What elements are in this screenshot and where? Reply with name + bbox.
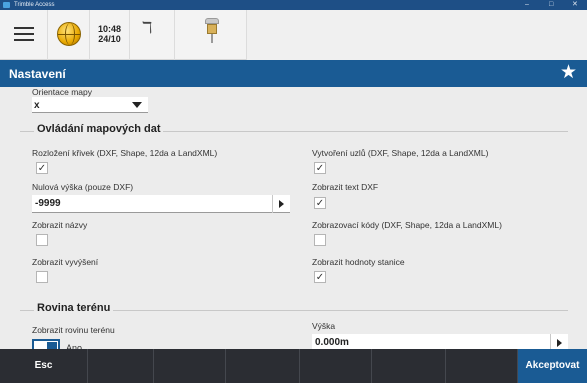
status-bar-empty-area <box>247 10 587 60</box>
page-header: Nastavení ★ <box>0 60 587 87</box>
terrain-group-title: Rovina terénu <box>34 302 114 314</box>
window-title: Trimble Access <box>14 2 55 8</box>
show-station-values-checkbox[interactable]: ✓ <box>314 271 326 283</box>
height-input[interactable]: 0.000m <box>312 334 568 349</box>
date-text: 24/10 <box>98 34 121 44</box>
map-orientation-dropdown[interactable]: x <box>32 97 148 113</box>
curve-layout-label: Rozložení křivek (DXF, Shape, 12da a Lan… <box>32 148 218 158</box>
show-terrain-plane-toggle[interactable] <box>32 339 60 349</box>
map-data-group-title: Ovládání mapových dat <box>34 123 164 135</box>
cable-connection-icon: ℸ <box>142 20 153 37</box>
favorite-star-icon[interactable]: ★ <box>560 62 577 84</box>
bottom-softkey-bar: Esc Akceptovat <box>0 349 587 383</box>
softkey-7[interactable] <box>446 349 518 383</box>
minimize-button[interactable]: – <box>525 0 529 10</box>
show-dxf-text-label: Zobrazit text DXF <box>312 182 379 192</box>
softkey-6[interactable] <box>372 349 446 383</box>
curve-layout-checkbox[interactable]: ✓ <box>36 162 48 174</box>
page-title: Nastavení <box>9 67 66 81</box>
create-nodes-checkbox[interactable]: ✓ <box>314 162 326 174</box>
receiver-status-button[interactable] <box>175 10 247 60</box>
softkey-3[interactable] <box>154 349 226 383</box>
zero-height-input[interactable]: -9999 <box>32 195 290 213</box>
app-icon <box>3 2 10 8</box>
hamburger-line <box>14 33 34 35</box>
window-title-bar: Trimble Access – □ ✕ <box>0 0 587 10</box>
zero-height-label: Nulová výška (pouze DXF) <box>32 182 134 192</box>
dropdown-arrow-icon <box>132 102 142 108</box>
show-names-checkbox[interactable] <box>36 234 48 246</box>
gnss-receiver-icon <box>205 18 219 44</box>
show-elevations-checkbox[interactable] <box>36 271 48 283</box>
show-codes-label: Zobrazovací kódy (DXF, Shape, 12da a Lan… <box>312 220 502 230</box>
status-bar: 10:48 24/10 ℸ <box>0 10 587 60</box>
esc-button[interactable]: Esc <box>0 349 88 383</box>
zero-height-arrow-button[interactable] <box>272 195 290 213</box>
softkey-5[interactable] <box>300 349 372 383</box>
settings-content: Orientace mapy x Ovládání mapových dat R… <box>0 87 587 349</box>
accept-button[interactable]: Akceptovat <box>518 349 587 383</box>
position-status-button[interactable] <box>48 10 90 60</box>
show-station-values-label: Zobrazit hodnoty stanice <box>312 257 405 267</box>
maximize-button[interactable]: □ <box>549 0 553 10</box>
map-orientation-value: x <box>34 100 40 111</box>
show-terrain-plane-label: Zobrazit rovinu terénu <box>32 325 115 335</box>
softkey-2[interactable] <box>88 349 154 383</box>
time-text: 10:48 <box>97 24 122 34</box>
show-codes-checkbox[interactable] <box>314 234 326 246</box>
show-elevations-label: Zobrazit vyvýšení <box>32 257 99 267</box>
height-label: Výška <box>312 321 336 331</box>
map-orientation-label: Orientace mapy <box>32 87 92 97</box>
create-nodes-label: Vytvoření uzlů (DXF, Shape, 12da a LandX… <box>312 148 489 158</box>
toggle-knob <box>47 342 57 349</box>
connection-status-button[interactable]: ℸ <box>130 10 175 60</box>
show-names-label: Zobrazit názvy <box>32 220 88 230</box>
zero-height-value: -9999 <box>35 198 61 209</box>
clock[interactable]: 10:48 24/10 <box>90 10 130 60</box>
height-value: 0.000m <box>315 337 349 348</box>
height-arrow-button[interactable] <box>550 334 568 349</box>
close-button[interactable]: ✕ <box>572 0 578 10</box>
globe-icon <box>57 22 81 46</box>
hamburger-line <box>14 39 34 41</box>
menu-button[interactable] <box>0 10 48 60</box>
softkey-4[interactable] <box>226 349 300 383</box>
hamburger-icon <box>14 27 34 29</box>
show-dxf-text-checkbox[interactable]: ✓ <box>314 197 326 209</box>
